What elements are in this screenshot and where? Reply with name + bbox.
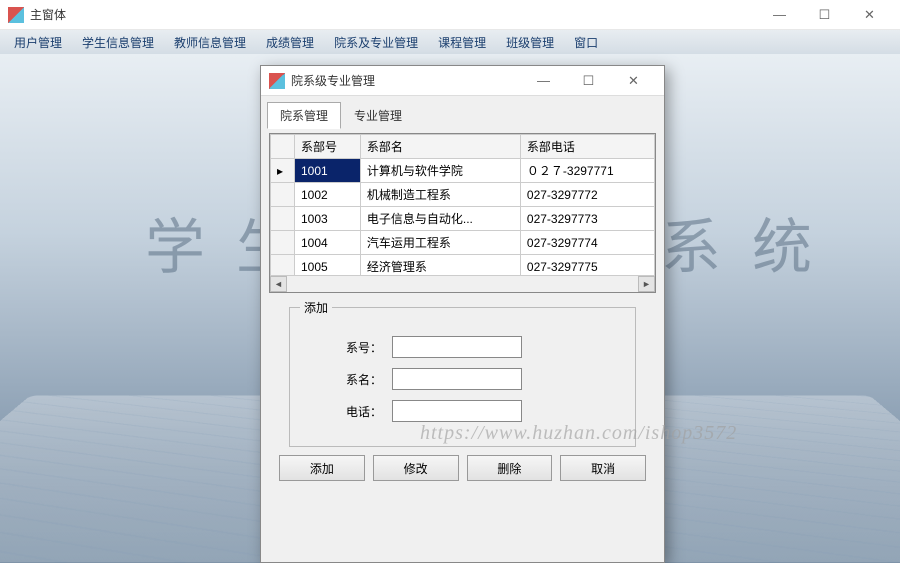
tab-panel-dept: 系部号 系部名 系部电话 ▸1001计算机与软件学院０２７-3297771100… — [261, 129, 664, 562]
cell-dept-no[interactable]: 1005 — [295, 255, 361, 276]
cell-dept-no[interactable]: 1003 — [295, 207, 361, 231]
table-row[interactable]: 1005经济管理系027-3297775 — [271, 255, 655, 276]
menu-dept-major[interactable]: 院系及专业管理 — [324, 31, 428, 54]
add-group-legend: 添加 — [300, 299, 332, 316]
cell-dept-name[interactable]: 汽车运用工程系 — [360, 231, 520, 255]
dialog-title: 院系级专业管理 — [291, 72, 521, 89]
menu-teacher-info[interactable]: 教师信息管理 — [164, 31, 256, 54]
menu-grade-mgmt[interactable]: 成绩管理 — [256, 31, 324, 54]
scroll-track[interactable] — [287, 276, 638, 292]
col-dept-no[interactable]: 系部号 — [295, 135, 361, 159]
dialog-window-controls: — ☐ ✕ — [521, 66, 656, 96]
dialog-maximize-button[interactable]: ☐ — [566, 66, 611, 96]
cell-dept-no[interactable]: 1004 — [295, 231, 361, 255]
dialog-titlebar: 院系级专业管理 — ☐ ✕ — [261, 66, 664, 96]
dept-name-label: 系名： — [334, 371, 382, 388]
dept-major-dialog: 院系级专业管理 — ☐ ✕ 院系管理 专业管理 系部号 系部名 系部电话 — [260, 65, 665, 563]
cell-dept-name[interactable]: 计算机与软件学院 — [360, 159, 520, 183]
menu-course-mgmt[interactable]: 课程管理 — [428, 31, 496, 54]
dept-phone-label: 电话： — [334, 403, 382, 420]
row-header[interactable]: ▸ — [271, 159, 295, 183]
dialog-close-button[interactable]: ✕ — [611, 66, 656, 96]
row-header[interactable] — [271, 231, 295, 255]
col-dept-name[interactable]: 系部名 — [360, 135, 520, 159]
cell-dept-name[interactable]: 经济管理系 — [360, 255, 520, 276]
menu-class-mgmt[interactable]: 班级管理 — [496, 31, 564, 54]
add-groupbox: 添加 系号： 系名： 电话： — [289, 307, 636, 447]
dialog-minimize-button[interactable]: — — [521, 66, 566, 96]
dept-no-label: 系号： — [334, 339, 382, 356]
cell-dept-name[interactable]: 机械制造工程系 — [360, 183, 520, 207]
dialog-icon — [269, 73, 285, 89]
cell-dept-no[interactable]: 1002 — [295, 183, 361, 207]
delete-button[interactable]: 删除 — [467, 455, 553, 481]
dept-phone-input[interactable] — [392, 400, 522, 422]
main-window-title: 主窗体 — [30, 6, 757, 23]
main-maximize-button[interactable]: ☐ — [802, 0, 847, 30]
background-text-right: 系 统 — [661, 199, 820, 286]
dept-table: 系部号 系部名 系部电话 ▸1001计算机与软件学院０２７-3297771100… — [270, 134, 655, 275]
table-row[interactable]: 1003电子信息与自动化...027-3297773 — [271, 207, 655, 231]
main-minimize-button[interactable]: — — [757, 0, 802, 30]
grid-horizontal-scrollbar[interactable]: ◄ ► — [270, 275, 655, 292]
row-header-corner — [271, 135, 295, 159]
row-header[interactable] — [271, 207, 295, 231]
dialog-button-bar: 添加 修改 删除 取消 — [269, 447, 656, 491]
cell-dept-phone[interactable]: 027-3297772 — [520, 183, 654, 207]
menu-user-mgmt[interactable]: 用户管理 — [4, 31, 72, 54]
tab-major-mgmt[interactable]: 专业管理 — [341, 102, 415, 129]
app-icon — [8, 7, 24, 23]
dept-grid[interactable]: 系部号 系部名 系部电话 ▸1001计算机与软件学院０２７-3297771100… — [269, 133, 656, 293]
table-row[interactable]: ▸1001计算机与软件学院０２７-3297771 — [271, 159, 655, 183]
add-button[interactable]: 添加 — [279, 455, 365, 481]
tab-dept-mgmt[interactable]: 院系管理 — [267, 102, 341, 129]
main-close-button[interactable]: ✕ — [847, 0, 892, 30]
cell-dept-phone[interactable]: 027-3297775 — [520, 255, 654, 276]
dept-name-input[interactable] — [392, 368, 522, 390]
cell-dept-phone[interactable]: ０２７-3297771 — [520, 159, 654, 183]
main-titlebar: 主窗体 — ☐ ✕ — [0, 0, 900, 30]
cell-dept-phone[interactable]: 027-3297774 — [520, 231, 654, 255]
table-row[interactable]: 1004汽车运用工程系027-3297774 — [271, 231, 655, 255]
dept-no-input[interactable] — [392, 336, 522, 358]
row-header[interactable] — [271, 255, 295, 276]
modify-button[interactable]: 修改 — [373, 455, 459, 481]
scroll-right-arrow-icon[interactable]: ► — [638, 276, 655, 292]
menu-student-info[interactable]: 学生信息管理 — [72, 31, 164, 54]
cell-dept-phone[interactable]: 027-3297773 — [520, 207, 654, 231]
row-header[interactable] — [271, 183, 295, 207]
cancel-button[interactable]: 取消 — [560, 455, 646, 481]
table-row[interactable]: 1002机械制造工程系027-3297772 — [271, 183, 655, 207]
cell-dept-name[interactable]: 电子信息与自动化... — [360, 207, 520, 231]
main-window-controls: — ☐ ✕ — [757, 0, 892, 30]
menu-window[interactable]: 窗口 — [564, 31, 608, 54]
col-dept-phone[interactable]: 系部电话 — [520, 135, 654, 159]
scroll-left-arrow-icon[interactable]: ◄ — [270, 276, 287, 292]
tab-strip: 院系管理 专业管理 — [261, 96, 664, 129]
menubar: 用户管理 学生信息管理 教师信息管理 成绩管理 院系及专业管理 课程管理 班级管… — [0, 30, 900, 54]
cell-dept-no[interactable]: 1001 — [295, 159, 361, 183]
